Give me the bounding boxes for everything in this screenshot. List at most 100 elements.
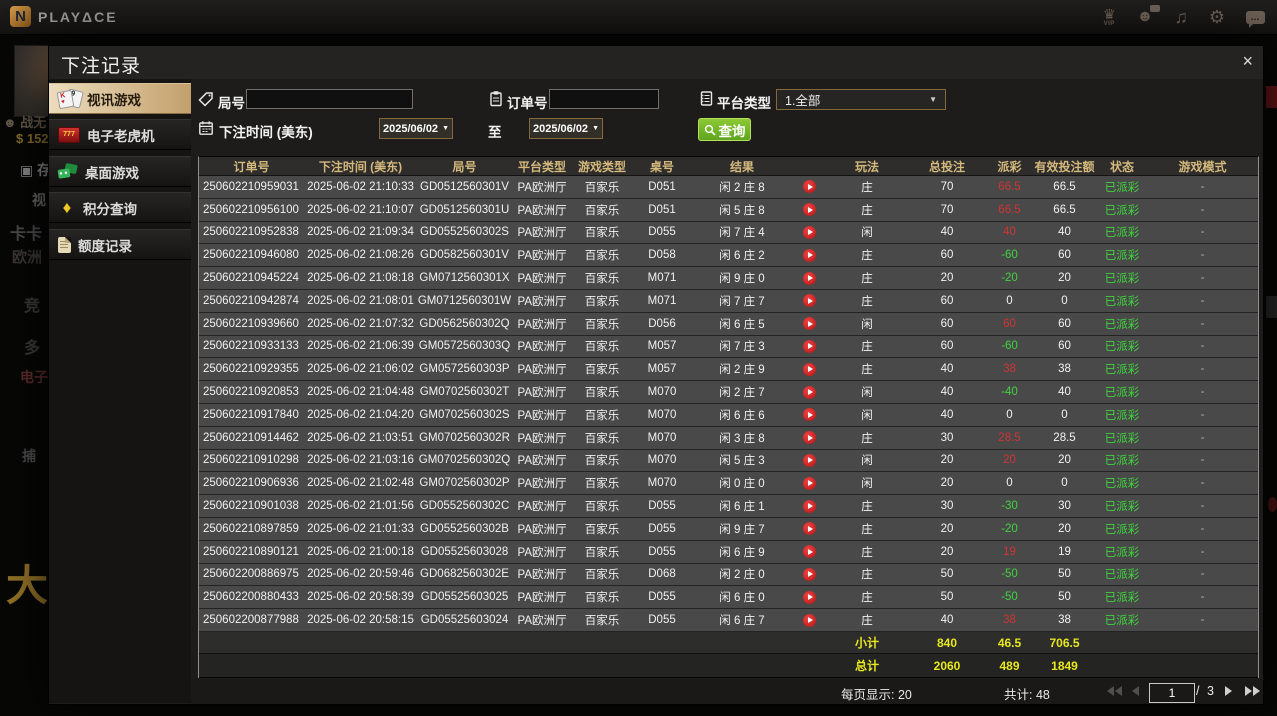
subtotal-bet-time [304,632,417,654]
result: 闲 3 庄 8 [719,432,765,445]
table-row: 250602210914462 2025-06-02 21:03:51 GM0702… [199,426,1258,450]
sidebar-item-1[interactable]: 9 K ♥ 视讯游戏 [49,83,199,114]
header-order-id: 订单号 [233,159,270,174]
grand-total-replay [792,654,827,677]
valid-bet: 60 [1058,249,1071,262]
replay[interactable] [792,541,827,563]
replay[interactable] [792,313,827,335]
replay-button[interactable] [803,499,816,513]
replay-button[interactable] [803,613,816,627]
bet-side: 庄 [861,250,873,263]
sidebar-item-label: 电子老虎机 [87,128,155,144]
date-from-picker[interactable]: 2025/06/02 ▼ [379,118,453,139]
table-row: 250602200886975 2025-06-02 20:59:46 GD0682… [199,563,1258,587]
replay-button[interactable] [803,339,816,353]
result: 闲 6 庄 1 [719,501,765,514]
page-number-input[interactable] [1149,683,1195,703]
status: 已派彩 [1104,181,1140,194]
replay[interactable] [792,176,827,198]
replay[interactable] [792,427,827,449]
subtotal-replay [792,632,827,654]
replay-button[interactable] [803,567,816,581]
result: 闲 5 庄 8 [719,204,765,217]
replay[interactable] [792,290,827,312]
replay[interactable] [792,336,827,358]
status: 已派彩 [1104,204,1140,217]
replay-button[interactable] [803,271,816,285]
replay-button[interactable] [803,545,816,559]
settings-gear-icon[interactable]: ⚙ [1209,8,1225,26]
bet-time: 2025-06-02 21:04:48 [307,386,414,399]
previous-page-button[interactable] [1132,686,1139,696]
customer-service-icon[interactable]: ☻ [1137,5,1161,25]
bet-side: 庄 [861,204,873,217]
replay-button[interactable] [803,248,816,262]
header-result: 结果 [729,159,754,174]
replay[interactable] [792,222,827,244]
platform: PA欧洲厅 [517,364,567,377]
payout: 60 [1003,317,1016,330]
next-page-button[interactable] [1225,686,1232,696]
close-icon[interactable]: × [1242,51,1253,71]
payout: 28.5 [998,431,1021,444]
game-type: 百家乐 [584,387,620,400]
replay[interactable] [792,381,827,403]
replay-button[interactable] [803,362,816,376]
replay-button[interactable] [803,203,816,217]
payout: -20 [1001,272,1018,285]
date-from-value: 2025/06/02 [383,122,439,135]
round-number-input[interactable] [246,89,413,109]
chevron-down-icon: ▼ [929,95,937,104]
status: 已派彩 [1104,546,1140,559]
first-page-button[interactable] [1107,686,1122,696]
table-no: D051 [648,203,676,216]
replay[interactable] [792,358,827,380]
replay-button[interactable] [803,476,816,490]
bet-time: 2025-06-02 21:03:16 [307,454,414,467]
replay[interactable] [792,564,827,586]
sidebar-item-5[interactable]: 额度记录 [49,229,191,260]
last-page-button[interactable] [1245,686,1260,696]
replay-button[interactable] [803,385,816,399]
replay-button[interactable] [803,294,816,308]
bet-side: 闲 [861,455,873,468]
date-to-picker[interactable]: 2025/06/02 ▼ [529,118,603,139]
round-id: GM0702560302R [419,431,510,444]
platform-type-select[interactable]: 1.全部 ▼ [776,89,946,110]
replay[interactable] [792,244,827,266]
sidebar-item-2[interactable]: 777 电子老虎机 [49,119,191,150]
replay-button[interactable] [803,408,816,422]
subtotal-platform [512,632,572,654]
order-number-input[interactable] [549,89,659,109]
replay[interactable] [792,404,827,426]
chat-icon[interactable]: … [1246,10,1265,28]
replay-button[interactable] [803,453,816,467]
replay[interactable] [792,609,827,631]
game-type: 百家乐 [584,432,620,445]
replay[interactable] [792,450,827,472]
replay[interactable] [792,518,827,540]
sidebar-item-3[interactable]: 桌面游戏 [49,156,191,187]
replay-button[interactable] [803,180,816,194]
valid-bet: 38 [1058,363,1071,376]
grand-total-result [692,654,792,677]
total-bet: 40 [940,614,954,627]
sidebar-item-label: 桌面游戏 [85,165,139,181]
sidebar-item-4[interactable]: ♦ 积分查询 [49,192,191,223]
table-no: M071 [647,272,677,285]
replay[interactable] [792,472,827,494]
status: 已派彩 [1104,227,1140,240]
replay-button[interactable] [803,522,816,536]
replay[interactable] [792,199,827,221]
replay[interactable] [792,495,827,517]
query-button[interactable]: 查询 [698,118,751,141]
replay[interactable] [792,586,827,608]
replay-button[interactable] [803,225,816,239]
replay[interactable] [792,267,827,289]
replay-button[interactable] [803,317,816,331]
music-icon[interactable]: ♫ [1174,8,1188,26]
replay-button[interactable] [803,590,816,604]
vip-icon[interactable]: ♛ VIP [1103,7,1116,27]
replay-button[interactable] [803,431,816,445]
game-mode: - [1200,226,1205,239]
